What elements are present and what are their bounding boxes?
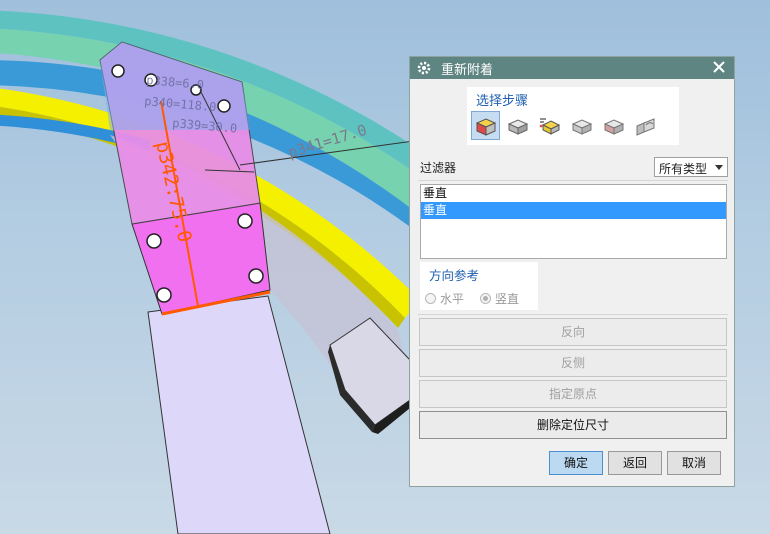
support-leg: [147, 295, 331, 534]
chevron-down-icon: [715, 165, 723, 170]
constraint-list[interactable]: 垂直 垂直: [420, 184, 727, 259]
filter-select-value: 所有类型: [659, 162, 708, 176]
select-steps-group: 选择步骤: [467, 87, 679, 145]
filter-row: 过滤器 所有类型: [420, 157, 728, 177]
delete-positioning-dims-button[interactable]: 删除定位尺寸: [419, 411, 727, 439]
radio-vertical-label: 竖直: [495, 292, 520, 306]
reattach-dialog: 重新附着 选择步骤 过滤器 所有类型 垂直 垂直 方向参考 水平 竖直 反向 反…: [409, 56, 735, 487]
radio-vertical[interactable]: 竖直: [480, 290, 519, 307]
dialog-titlebar[interactable]: 重新附着: [410, 57, 734, 79]
ok-button[interactable]: 确定: [549, 451, 603, 475]
radio-circle: [425, 293, 436, 304]
radio-horizontal-label: 水平: [440, 292, 465, 306]
list-item[interactable]: 垂直: [421, 185, 726, 202]
select-steps-label: 选择步骤: [476, 94, 529, 109]
target-solid-icon[interactable]: [471, 111, 500, 140]
radio-horizontal[interactable]: 水平: [425, 290, 464, 307]
reference-face-icon[interactable]: [503, 111, 532, 140]
back-button[interactable]: 返回: [608, 451, 662, 475]
close-icon[interactable]: [710, 58, 728, 76]
filter-label: 过滤器: [420, 161, 457, 175]
divider: [418, 314, 728, 315]
reverse-button[interactable]: 反向: [419, 318, 727, 346]
filter-select[interactable]: 所有类型: [654, 157, 728, 177]
flip-side-button[interactable]: 反侧: [419, 349, 727, 377]
dialog-title: 重新附着: [441, 62, 494, 78]
specify-origin-button[interactable]: 指定原点: [419, 380, 727, 408]
list-item[interactable]: 垂直: [421, 202, 726, 219]
placement-icon[interactable]: [535, 111, 564, 140]
origin-icon[interactable]: [631, 111, 660, 140]
direction-reference-icon[interactable]: [599, 111, 628, 140]
direction-reference-group: 方向参考 水平 竖直: [420, 262, 538, 310]
direction-reference-label: 方向参考: [429, 268, 480, 283]
radio-circle: [480, 293, 491, 304]
divider: [418, 180, 728, 181]
cancel-button[interactable]: 取消: [667, 451, 721, 475]
vertical-reference-icon[interactable]: [567, 111, 596, 140]
gear-icon[interactable]: [417, 61, 431, 75]
